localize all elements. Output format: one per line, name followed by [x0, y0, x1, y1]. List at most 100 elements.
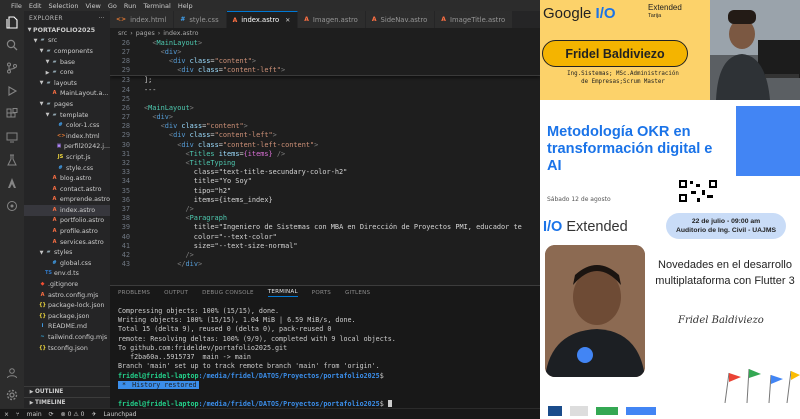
sync-icon[interactable]: ⟳ — [49, 411, 54, 418]
tree-file[interactable]: ◆ .gitignore — [24, 279, 110, 290]
menu-file[interactable]: File — [11, 2, 22, 10]
tab-imagetitle-astro[interactable]: A ImageTitle.astro — [435, 11, 514, 28]
tree-file[interactable]: Acontact.astro — [24, 184, 110, 195]
breadcrumb-item[interactable]: pages — [136, 30, 155, 37]
tree-file[interactable]: {} tsconfig.json — [24, 343, 110, 354]
img-file-icon: ▣ — [56, 143, 62, 150]
extensions-icon[interactable] — [5, 107, 19, 121]
tab-sidenav-astro[interactable]: A SideNav.astro — [365, 11, 436, 28]
tree-file[interactable]: ~ tailwind.config.mjs — [24, 332, 110, 343]
code-text: <MainLayout> — [152, 38, 203, 47]
explorer-icon[interactable] — [5, 15, 19, 29]
code-editor[interactable]: 26 <MainLayout> 27 <div> 28 <div class="co… — [110, 38, 540, 285]
tree-file[interactable]: TS env.d.ts — [24, 269, 110, 280]
chevron-down-icon: ▼ — [45, 112, 50, 119]
terminal[interactable]: Compressing objects: 100% (15/15), done.… — [110, 299, 540, 408]
tree-file[interactable]: # color-1.css — [24, 120, 110, 131]
tree-folder[interactable]: ▼ ▰ pages — [24, 99, 110, 110]
menu-terminal[interactable]: Terminal — [143, 2, 170, 10]
remote-explorer-icon[interactable] — [5, 130, 19, 144]
astro-file-icon: A — [52, 238, 57, 245]
gear-icon[interactable] — [5, 388, 19, 402]
tree-file[interactable]: A MainLayout.a... — [24, 89, 110, 100]
panel-tab-ports[interactable]: PORTS — [312, 290, 331, 296]
more-actions-icon[interactable]: ··· — [98, 15, 105, 22]
tree-item-label: package.json — [48, 312, 90, 320]
tree-folder[interactable]: ▼ ▰ template — [24, 110, 110, 121]
code-line: 39 title="Ingeniero de Sistemas con MBA … — [110, 223, 540, 232]
tree-file[interactable]: Aindex.astro — [24, 205, 110, 216]
code-line: 26 <MainLayout> — [110, 38, 540, 48]
panel-tab-terminal[interactable]: TERMINAL — [267, 289, 298, 297]
tree-file[interactable]: ▣ perfil20242.j... — [24, 142, 110, 153]
close-icon[interactable]: ✕ — [285, 17, 290, 24]
astro-file-icon: A — [52, 217, 57, 224]
tree-item-label: base — [60, 58, 76, 66]
tree-folder[interactable]: ▶ ▰ core — [24, 67, 110, 78]
tree-file[interactable]: Aprofile.astro — [24, 226, 110, 237]
panel-tab-problems[interactable]: PROBLEMS — [118, 290, 150, 296]
search-icon[interactable] — [5, 38, 19, 52]
tree-file[interactable]: # global.css — [24, 258, 110, 269]
tree-file[interactable]: <> index.html — [24, 131, 110, 142]
tree-file[interactable]: Aportfolio.astro — [24, 216, 110, 227]
account-icon[interactable] — [5, 366, 19, 380]
tree-file[interactable]: Aemprende.astro — [24, 195, 110, 206]
tree-folder[interactable]: ▼ PORTAFOLIO2025 — [24, 25, 110, 36]
tree-file[interactable]: i README.md — [24, 322, 110, 333]
tree-file[interactable]: JS script.js — [24, 152, 110, 163]
city-label: Tarija — [648, 13, 662, 19]
code-line: 35 tipo="h2" — [110, 186, 540, 195]
outline-section[interactable]: ▶ OUTLINE — [24, 386, 110, 397]
menu-go[interactable]: Go — [108, 2, 117, 10]
breadcrumb-item[interactable]: src — [118, 30, 127, 37]
tree-folder[interactable]: ▼ ▰ layouts — [24, 78, 110, 89]
tree-item-label: emprende.astro — [59, 196, 110, 204]
tree-item-label: layouts — [54, 79, 77, 87]
menu-selection[interactable]: Selection — [48, 2, 78, 10]
tab-index-astro[interactable]: Aindex.astro ✕ — [226, 11, 299, 28]
tree-file[interactable]: Ablog.astro — [24, 173, 110, 184]
talk-date: Sábado 12 de agosto — [547, 196, 611, 203]
menu-help[interactable]: Help — [178, 2, 193, 10]
panel-tab-output[interactable]: OUTPUT — [164, 290, 188, 296]
tree-file[interactable]: {} package-lock.json — [24, 300, 110, 311]
run-debug-icon[interactable] — [5, 84, 19, 98]
astro-icon[interactable] — [5, 176, 19, 190]
folder-icon: ▰ — [46, 79, 51, 86]
tree-item-label: styles — [54, 249, 73, 257]
code-line: 27 <div> — [110, 113, 540, 122]
menu-run[interactable]: Run — [124, 2, 136, 10]
breadcrumb-item[interactable]: index.astro — [163, 30, 198, 37]
tree-folder[interactable]: ▼ ▰ base — [24, 57, 110, 68]
tab-style-css[interactable]: # style.css — [174, 11, 227, 28]
source-control-icon[interactable] — [5, 61, 19, 75]
line-number: 36 — [121, 195, 130, 204]
folder-icon: ▰ — [46, 47, 51, 54]
menu-edit[interactable]: Edit — [29, 2, 42, 10]
tree-file[interactable]: Aservices.astro — [24, 237, 110, 248]
tree-file[interactable]: Aastro.config.mjs — [24, 290, 110, 301]
sponsor-logo-3 — [596, 407, 618, 415]
speaker-card: Google I/O Extended Tarija Fridel Baldivi… — [540, 0, 800, 100]
tab-index-html[interactable]: <> index.html — [110, 11, 175, 28]
tree-folder[interactable]: ▼ ▰ components — [24, 46, 110, 57]
tree-file[interactable]: # style.css — [24, 163, 110, 174]
panel-tab-debug-console[interactable]: DEBUG CONSOLE — [202, 290, 254, 296]
tab-imagen-astro[interactable]: A Imagen.astro — [298, 11, 366, 28]
testing-icon[interactable] — [5, 153, 19, 167]
tree-folder[interactable]: ▼ ▰ styles — [24, 247, 110, 258]
code-line: 34 title="Yo Soy" — [110, 177, 540, 186]
tree-file[interactable]: {} package.json — [24, 311, 110, 322]
panel-tab-gitlens[interactable]: GITLENS — [345, 290, 370, 296]
tree-folder[interactable]: ▼ ▰ src — [24, 36, 110, 47]
gitlens-icon[interactable] — [5, 199, 19, 213]
branch-name[interactable]: main — [27, 411, 42, 418]
remote-icon[interactable]: ⨯ — [4, 411, 9, 418]
menu-view[interactable]: View — [85, 2, 100, 10]
tree-item-label: package-lock.json — [48, 302, 105, 310]
timeline-section[interactable]: ▶ TIMELINE — [24, 397, 110, 408]
sticky-scroll: 26 <MainLayout> 27 <div> 28 <div class="co… — [110, 38, 540, 76]
errors-icon[interactable]: ⊗ 0 ⚠ 0 — [61, 411, 85, 418]
launchpad-item[interactable]: Launchpad — [103, 411, 136, 418]
